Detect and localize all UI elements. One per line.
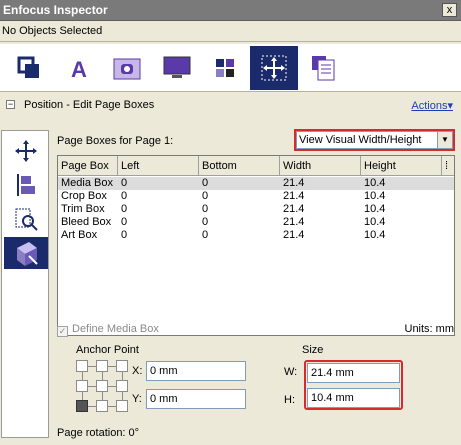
height-field[interactable]: 10.4 mm xyxy=(307,388,400,408)
column-picker-icon[interactable]: ⁞ xyxy=(442,156,454,176)
actions-menu[interactable]: Actions▾ xyxy=(411,99,453,112)
object-icon[interactable] xyxy=(8,46,50,90)
table-row[interactable]: Crop Box 0 0 21.4 10.4 xyxy=(58,190,454,203)
column-header[interactable]: Bottom xyxy=(199,156,280,176)
anchor-middle-right[interactable] xyxy=(116,380,128,392)
table-cell: 21.4 xyxy=(283,229,305,241)
anchor-point-grid xyxy=(76,360,128,412)
table-cell: 21.4 xyxy=(283,177,305,189)
table-cell: Bleed Box xyxy=(61,216,112,228)
mode-panel xyxy=(1,130,49,438)
column-header[interactable]: Height xyxy=(361,156,442,176)
table-cell: 10.4 xyxy=(364,203,386,215)
x-field[interactable]: 0 mm xyxy=(146,361,246,381)
table-cell: 0 xyxy=(121,203,128,215)
checkmark-icon: ✓ xyxy=(57,326,68,337)
page-boxes-title: Page Boxes for Page 1: xyxy=(57,135,174,147)
table-cell: 0 xyxy=(121,177,128,189)
anchor-top-left[interactable] xyxy=(76,360,88,372)
section-title: Position - Edit Page Boxes xyxy=(24,99,155,111)
monitor-icon[interactable] xyxy=(156,46,198,90)
table-cell: 0 xyxy=(202,177,209,189)
zoom-icon[interactable] xyxy=(4,203,48,235)
table-header: Page Box Left Bottom Width Height ⁞ xyxy=(58,156,454,176)
image-icon[interactable] xyxy=(106,46,148,90)
width-label: W: xyxy=(284,366,298,378)
page-boxes-table: Page Box Left Bottom Width Height ⁞ Medi… xyxy=(57,155,455,336)
table-cell: 10.4 xyxy=(364,177,386,189)
anchor-bottom-left[interactable] xyxy=(76,400,88,412)
table-cell: 0 xyxy=(202,229,209,241)
size-label: Size xyxy=(302,344,324,356)
section-header: − Position - Edit Page Boxes Actions▾ xyxy=(0,94,461,118)
text-icon[interactable]: A xyxy=(58,46,100,90)
table-cell: 0 xyxy=(121,216,128,228)
table-cell: Trim Box xyxy=(61,203,105,215)
table-cell: Crop Box xyxy=(61,190,107,202)
table-cell: 0 xyxy=(202,190,209,202)
document-icon[interactable] xyxy=(302,46,344,90)
column-header[interactable]: Width xyxy=(280,156,361,176)
collapse-button[interactable]: − xyxy=(6,100,15,109)
define-media-box-label: Define Media Box xyxy=(72,323,159,335)
table-cell: 0 xyxy=(121,190,128,202)
table-cell: 10.4 xyxy=(364,216,386,228)
table-row[interactable]: Trim Box 0 0 21.4 10.4 xyxy=(58,203,454,216)
anchor-point-label: Anchor Point xyxy=(76,344,139,356)
table-cell: 0 xyxy=(202,216,209,228)
table-cell: 21.4 xyxy=(283,190,305,202)
anchor-center[interactable] xyxy=(96,380,108,392)
x-label: X: xyxy=(132,365,143,377)
table-cell: 10.4 xyxy=(364,190,386,202)
column-header[interactable]: Page Box xyxy=(58,156,118,176)
chevron-down-icon: ▾ xyxy=(447,100,453,112)
table-cell: Art Box xyxy=(61,229,98,241)
table-cell: 21.4 xyxy=(283,203,305,215)
window-title: Enfocus Inspector xyxy=(3,3,108,17)
inspector-toolbar: A xyxy=(0,44,461,92)
table-cell: Media Box xyxy=(61,177,113,189)
define-media-box-checkbox[interactable]: ✓ Define Media Box xyxy=(57,323,159,337)
view-mode-select[interactable]: View Visual Width/Height ▼ xyxy=(294,129,455,151)
table-cell: 21.4 xyxy=(283,216,305,228)
page-boxes-icon[interactable] xyxy=(4,237,48,269)
column-header[interactable]: Left xyxy=(118,156,199,176)
selection-status-bar: No Objects Selected xyxy=(0,21,461,42)
title-bar: Enfocus Inspector x xyxy=(0,0,461,21)
position-icon[interactable] xyxy=(250,46,298,90)
width-field[interactable]: 21.4 mm xyxy=(307,363,400,383)
table-row[interactable]: Art Box 0 0 21.4 10.4 xyxy=(58,229,454,242)
page-boxes-panel: Page Boxes for Page 1: View Visual Width… xyxy=(52,129,460,444)
actions-label: Actions xyxy=(411,100,448,112)
chevron-down-icon[interactable]: ▼ xyxy=(437,132,452,148)
y-label: Y: xyxy=(132,393,142,405)
anchor-bottom-center[interactable] xyxy=(96,400,108,412)
units-label: Units: mm xyxy=(404,323,455,335)
table-cell: 0 xyxy=(202,203,209,215)
color-icon[interactable] xyxy=(204,46,246,90)
height-label: H: xyxy=(284,394,295,406)
svg-text:A: A xyxy=(71,57,87,81)
anchor-bottom-right[interactable] xyxy=(116,400,128,412)
anchor-top-center[interactable] xyxy=(96,360,108,372)
table-row[interactable]: Media Box 0 0 21.4 10.4 xyxy=(58,177,454,190)
move-icon[interactable] xyxy=(4,135,48,167)
page-rotation-label: Page rotation: 0° xyxy=(57,427,140,439)
table-row[interactable]: Bleed Box 0 0 21.4 10.4 xyxy=(58,216,454,229)
anchor-top-right[interactable] xyxy=(116,360,128,372)
table-cell: 0 xyxy=(121,229,128,241)
selection-status: No Objects Selected xyxy=(2,25,103,37)
align-icon[interactable] xyxy=(4,169,48,201)
close-icon[interactable]: x xyxy=(442,3,457,17)
view-mode-value: View Visual Width/Height xyxy=(299,134,422,146)
table-cell: 10.4 xyxy=(364,229,386,241)
y-field[interactable]: 0 mm xyxy=(146,389,246,409)
anchor-middle-left[interactable] xyxy=(76,380,88,392)
